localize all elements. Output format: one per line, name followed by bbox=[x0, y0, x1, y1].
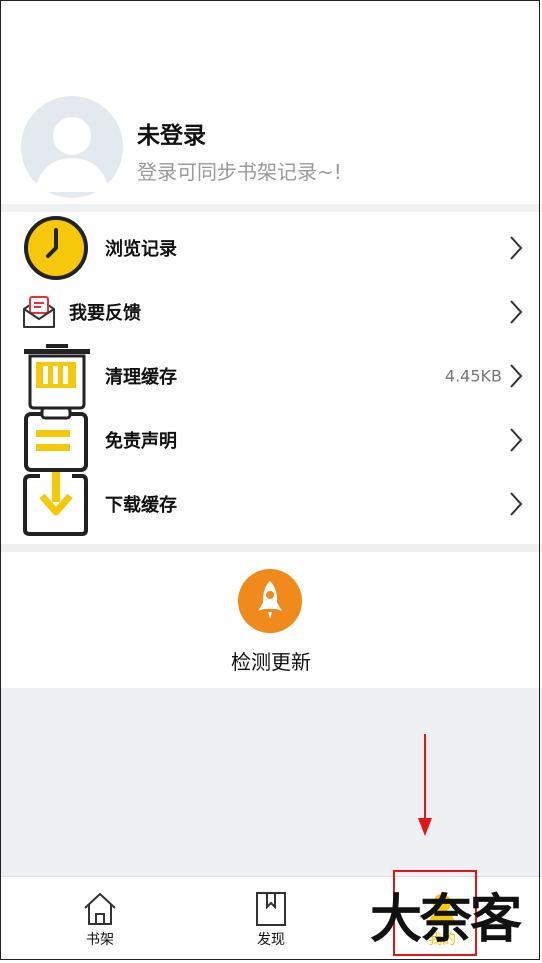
feedback-mail-icon bbox=[23, 296, 55, 328]
menu-item-label: 浏览记录 bbox=[105, 239, 177, 260]
tab-bookshelf[interactable]: 书架 bbox=[50, 877, 150, 963]
profile-subtitle: 登录可同步书架记录~! bbox=[137, 160, 342, 184]
profile-name: 未登录 bbox=[137, 123, 206, 149]
clipboard-icon bbox=[24, 408, 88, 472]
watermark-text: 大奈客 bbox=[370, 890, 522, 950]
tab-label: 书架 bbox=[86, 932, 114, 948]
rocket-icon bbox=[238, 569, 302, 633]
menu-item-download-cache[interactable]: 下载缓存 bbox=[0, 472, 542, 536]
bookmark-icon bbox=[256, 892, 286, 926]
section-divider bbox=[0, 204, 542, 212]
default-avatar-icon bbox=[35, 117, 109, 192]
cache-size-value: 4.45KB bbox=[444, 366, 502, 386]
menu-item-label: 我要反馈 bbox=[69, 303, 141, 324]
chevron-right-icon bbox=[510, 300, 523, 324]
menu-item-label: 清理缓存 bbox=[105, 367, 177, 388]
check-update-label: 检测更新 bbox=[231, 650, 311, 674]
menu-item-history[interactable]: 浏览记录 bbox=[0, 216, 542, 280]
profile-header[interactable]: 未登录 登录可同步书架记录~! bbox=[0, 0, 542, 204]
check-update-button[interactable]: 检测更新 bbox=[0, 552, 542, 688]
annotation-arrow-icon bbox=[418, 734, 432, 836]
tab-discover[interactable]: 发现 bbox=[221, 877, 321, 963]
chevron-right-icon bbox=[510, 428, 523, 452]
menu-item-label: 下载缓存 bbox=[105, 495, 177, 516]
menu-item-feedback[interactable]: 我要反馈 bbox=[0, 280, 542, 344]
chevron-right-icon bbox=[510, 364, 523, 388]
chevron-right-icon bbox=[510, 236, 523, 260]
menu-item-disclaimer[interactable]: 免责声明 bbox=[0, 408, 542, 472]
trash-icon bbox=[24, 344, 90, 410]
clock-icon bbox=[24, 216, 88, 280]
menu-item-clear-cache[interactable]: 清理缓存 4.45KB bbox=[0, 344, 542, 410]
tab-label: 发现 bbox=[257, 932, 285, 948]
home-icon bbox=[84, 893, 116, 925]
section-divider bbox=[0, 544, 542, 552]
menu-item-label: 免责声明 bbox=[105, 431, 177, 452]
chevron-right-icon bbox=[510, 492, 523, 516]
empty-area bbox=[0, 688, 542, 876]
settings-menu: 浏览记录 我要反馈 清理缓存 4.45KB 免责声明 下载缓存 bbox=[0, 212, 542, 544]
download-icon bbox=[23, 472, 88, 536]
avatar[interactable] bbox=[21, 96, 123, 198]
